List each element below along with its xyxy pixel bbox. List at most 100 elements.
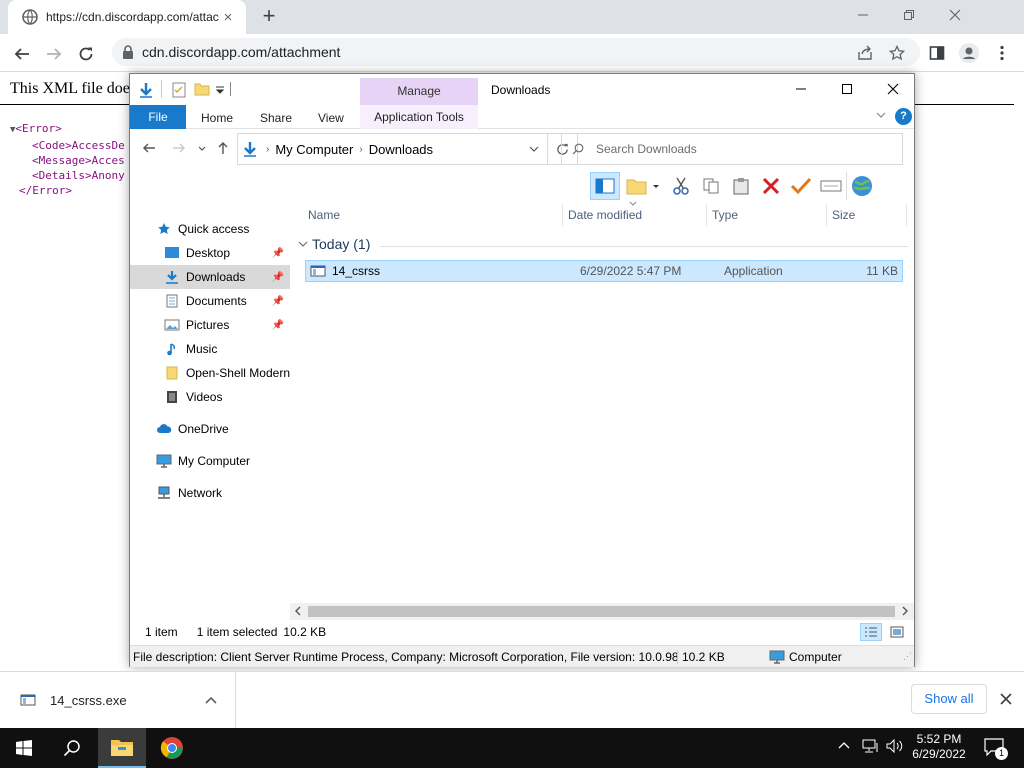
nav-documents[interactable]: Documents 📌 bbox=[130, 289, 290, 313]
tab-file[interactable]: File bbox=[130, 105, 186, 129]
group-collapse-chevron-icon[interactable] bbox=[298, 241, 308, 247]
tab-share[interactable]: Share bbox=[260, 111, 292, 125]
column-divider[interactable] bbox=[706, 204, 707, 226]
pin-icon[interactable]: 📌 bbox=[272, 296, 284, 307]
file-row[interactable]: 14_csrss 6/29/2022 5:47 PM Application 1… bbox=[305, 260, 903, 282]
preview-pane-icon[interactable] bbox=[590, 172, 620, 200]
download-item[interactable]: 14_csrss.exe bbox=[0, 672, 236, 728]
chrome-close-icon[interactable] bbox=[932, 0, 978, 30]
start-windows-icon[interactable] bbox=[0, 728, 48, 768]
lock-icon[interactable] bbox=[122, 45, 134, 59]
new-folder-icon[interactable] bbox=[194, 82, 210, 96]
properties-icon[interactable] bbox=[172, 82, 186, 98]
network-tray-icon[interactable] bbox=[862, 739, 880, 753]
nav-my-computer[interactable]: My Computer bbox=[130, 449, 290, 473]
chrome-menu-icon[interactable] bbox=[991, 42, 1013, 64]
maximize-icon[interactable] bbox=[824, 74, 870, 104]
breadcrumb-my-computer[interactable]: My Computer bbox=[275, 142, 353, 157]
side-panel-icon[interactable] bbox=[926, 42, 948, 64]
breadcrumb-downloads[interactable]: Downloads bbox=[369, 142, 433, 157]
search-icon[interactable] bbox=[48, 728, 96, 768]
details-view-icon[interactable] bbox=[860, 623, 882, 641]
manage-contextual-tab[interactable]: Manage bbox=[360, 78, 478, 105]
nav-videos[interactable]: Videos bbox=[130, 385, 290, 409]
nav-pictures[interactable]: Pictures 📌 bbox=[130, 313, 290, 337]
recent-locations-chevron-icon[interactable] bbox=[198, 146, 206, 152]
pin-icon[interactable]: 📌 bbox=[272, 272, 284, 283]
explorer-address-bar[interactable]: › My Computer › Downloads bbox=[237, 133, 548, 165]
nav-downloads[interactable]: Downloads 📌 bbox=[130, 265, 290, 289]
search-box[interactable]: Search Downloads bbox=[561, 133, 903, 165]
tab-view[interactable]: View bbox=[318, 111, 344, 125]
share-icon[interactable] bbox=[854, 42, 876, 64]
up-arrow-icon[interactable] bbox=[216, 141, 230, 155]
column-divider[interactable] bbox=[826, 204, 827, 226]
volume-icon[interactable] bbox=[886, 739, 904, 753]
nav-desktop[interactable]: Desktop 📌 bbox=[130, 241, 290, 265]
nav-label: OneDrive bbox=[178, 422, 229, 436]
scroll-right-icon[interactable] bbox=[901, 606, 909, 616]
column-size[interactable]: Size bbox=[832, 208, 855, 222]
paste-icon[interactable] bbox=[726, 172, 756, 200]
back-arrow-icon[interactable] bbox=[142, 141, 156, 155]
large-icons-view-icon[interactable] bbox=[886, 623, 908, 641]
new-tab-button[interactable]: + bbox=[257, 5, 281, 29]
tab-close-icon[interactable]: × bbox=[220, 9, 236, 26]
download-options-chevron-icon[interactable] bbox=[205, 696, 217, 704]
nav-music[interactable]: Music bbox=[130, 337, 290, 361]
bookmark-star-icon[interactable] bbox=[886, 42, 908, 64]
videos-icon bbox=[164, 389, 180, 405]
nav-open-shell[interactable]: Open-Shell Modern bbox=[130, 361, 290, 385]
globe-icon[interactable] bbox=[846, 172, 876, 200]
address-dropdown-icon[interactable] bbox=[529, 146, 539, 152]
checkmark-icon[interactable] bbox=[786, 172, 816, 200]
forward-arrow-icon[interactable] bbox=[172, 141, 186, 155]
file-explorer-taskbar-icon[interactable] bbox=[98, 728, 146, 768]
back-arrow-icon[interactable] bbox=[9, 41, 35, 67]
copy-icon[interactable] bbox=[696, 172, 726, 200]
scrollbar-thumb[interactable] bbox=[308, 606, 895, 617]
notification-center-icon[interactable]: 1 bbox=[984, 738, 1008, 760]
browser-tab[interactable]: https://cdn.discordapp.com/attac × bbox=[8, 0, 246, 34]
tab-application-tools[interactable]: Application Tools bbox=[360, 105, 478, 129]
nav-onedrive[interactable]: OneDrive bbox=[130, 417, 290, 441]
views-folder-icon[interactable] bbox=[620, 172, 666, 200]
profile-avatar-icon[interactable] bbox=[958, 42, 980, 64]
column-divider[interactable] bbox=[906, 204, 907, 226]
close-icon[interactable] bbox=[870, 74, 916, 104]
reload-icon[interactable] bbox=[73, 41, 99, 67]
column-divider[interactable] bbox=[562, 204, 563, 226]
nav-quick-access[interactable]: Quick access bbox=[130, 217, 290, 241]
column-date-modified[interactable]: Date modified bbox=[568, 208, 642, 222]
delete-icon[interactable] bbox=[756, 172, 786, 200]
resize-grip-icon[interactable]: ⋰ bbox=[903, 651, 912, 662]
scroll-left-icon[interactable] bbox=[294, 606, 302, 616]
down-arrow-icon[interactable] bbox=[138, 82, 154, 98]
group-header-today[interactable]: Today (1) bbox=[312, 236, 370, 252]
expand-ribbon-chevron-icon[interactable] bbox=[876, 111, 886, 119]
column-name[interactable]: Name bbox=[308, 208, 340, 222]
pin-icon[interactable]: 📌 bbox=[272, 320, 284, 331]
system-clock[interactable]: 5:52 PM 6/29/2022 bbox=[904, 732, 974, 762]
breadcrumb-separator-icon[interactable]: › bbox=[266, 144, 269, 155]
chrome-minimize-icon[interactable] bbox=[840, 0, 886, 30]
chrome-taskbar-icon[interactable] bbox=[148, 728, 196, 768]
rename-icon[interactable] bbox=[816, 172, 846, 200]
url-text: cdn.discordapp.com/attachment bbox=[142, 44, 341, 60]
nav-network[interactable]: Network bbox=[130, 481, 290, 505]
column-headers: Name Date modified Type Size bbox=[302, 201, 914, 226]
column-type[interactable]: Type bbox=[712, 208, 738, 222]
tab-home[interactable]: Home bbox=[201, 111, 233, 125]
forward-arrow-icon[interactable] bbox=[41, 41, 67, 67]
chrome-restore-icon[interactable] bbox=[886, 0, 932, 30]
pin-icon[interactable]: 📌 bbox=[272, 248, 284, 259]
breadcrumb-separator-icon[interactable]: › bbox=[359, 144, 362, 155]
tray-chevron-up-icon[interactable] bbox=[838, 741, 850, 749]
qat-dropdown-icon[interactable] bbox=[216, 86, 224, 94]
cut-icon[interactable] bbox=[666, 172, 696, 200]
address-bar[interactable]: cdn.discordapp.com/attachment bbox=[112, 38, 920, 66]
show-all-button[interactable]: Show all bbox=[911, 684, 987, 714]
help-icon[interactable]: ? bbox=[895, 108, 912, 125]
close-shelf-icon[interactable] bbox=[1000, 693, 1012, 705]
minimize-icon[interactable] bbox=[778, 74, 824, 104]
